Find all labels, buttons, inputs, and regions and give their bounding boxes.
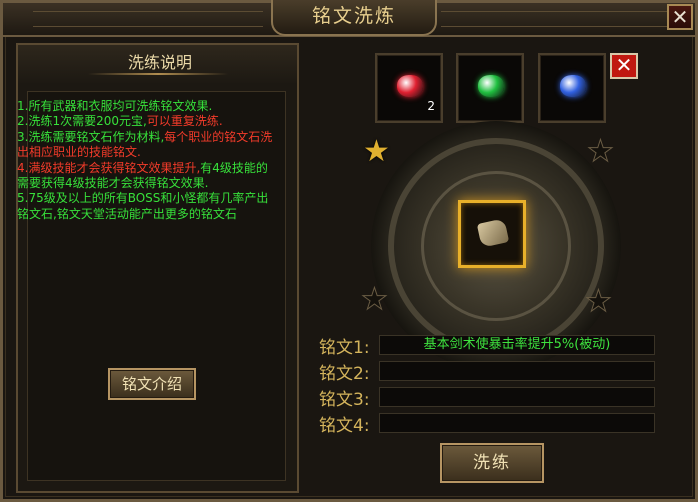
title-ornament-left	[33, 11, 263, 27]
instructions-header: 洗练说明	[18, 45, 297, 85]
rule-text: 4.满级技能才会获得铭文效果提升,	[17, 160, 201, 175]
rune-value-4	[379, 413, 655, 433]
green-gem-icon	[478, 75, 504, 97]
rune-value-1: 基本剑术使暴击率提升5%(被动)	[379, 335, 655, 355]
rule-text: 3.洗练需要铭文石作为材料,	[17, 129, 165, 144]
star-icon-1: ★	[363, 134, 390, 169]
rune-value-2	[379, 361, 655, 381]
rune-label-3: 铭文3:	[319, 390, 370, 410]
window-title: 铭文洗炼	[271, 0, 437, 36]
blue-gem-icon	[560, 75, 586, 97]
stone-slot-green[interactable]	[456, 53, 524, 123]
red-gem-icon	[397, 75, 423, 97]
rune-label-1: 铭文1:	[319, 338, 370, 358]
rule-item: 4.满级技能才会获得铭文效果提升,有4级技能的需要获得4级技能才会获得铭文效果.	[17, 161, 279, 192]
rules-list: 1.所有武器和衣服均可洗练铭文效果. 2.洗练1次需要200元宝,可以重复洗练. 3…	[17, 99, 279, 222]
rule-text: 可以重复洗练.	[146, 114, 223, 129]
rule-item: 1.所有武器和衣服均可洗练铭文效果.	[17, 99, 279, 114]
equipment-slot[interactable]	[458, 200, 526, 268]
rune-label-2: 铭文2:	[319, 364, 370, 384]
star-icon-4: ★	[585, 284, 613, 319]
stone-slot-red[interactable]: 2	[375, 53, 443, 123]
instructions-title: 洗练说明	[127, 53, 192, 72]
rule-item: 3.洗练需要铭文石作为材料,每个职业的铭文石洗出相应职业的技能铭文.	[17, 130, 279, 161]
rune-wash-window: 铭文洗炼 ✕ 洗练说明 1.所有武器和衣服均可洗练铭文效果. 2.洗练1次需要20…	[0, 0, 698, 502]
stone-count: 2	[427, 99, 435, 113]
title-ornament-right	[441, 11, 671, 27]
rule-item: 5.75级及以上的所有BOSS和小怪都有几率产出铭文石,铭文天堂活动能产出更多的…	[17, 191, 279, 222]
rule-text: 5.75级及以上的所有BOSS和小怪都有几率产出铭文石,铭文天堂活动能产出更多的…	[17, 191, 269, 221]
rune-label-4: 铭文4:	[319, 416, 370, 436]
window-close-button[interactable]: ✕	[667, 4, 693, 30]
clear-slot-close-button[interactable]: ✕	[610, 53, 638, 79]
title-bar: 铭文洗炼 ✕	[3, 0, 695, 37]
star-icon-2: ★	[587, 134, 615, 169]
stone-slot-blue[interactable]	[538, 53, 606, 123]
rule-item: 2.洗练1次需要200元宝,可以重复洗练.	[17, 114, 279, 129]
star-icon-3: ★	[361, 282, 389, 317]
rune-scroll-icon	[476, 218, 510, 248]
header-ornament	[88, 73, 228, 75]
wash-button[interactable]: 洗练	[440, 443, 544, 483]
rune-value-3	[379, 387, 655, 407]
rune-intro-button[interactable]: 铭文介绍	[108, 368, 196, 400]
rule-text: 1.所有武器和衣服均可洗练铭文效果.	[17, 99, 213, 113]
rule-text: 2.洗练1次需要200元宝,	[17, 114, 147, 129]
